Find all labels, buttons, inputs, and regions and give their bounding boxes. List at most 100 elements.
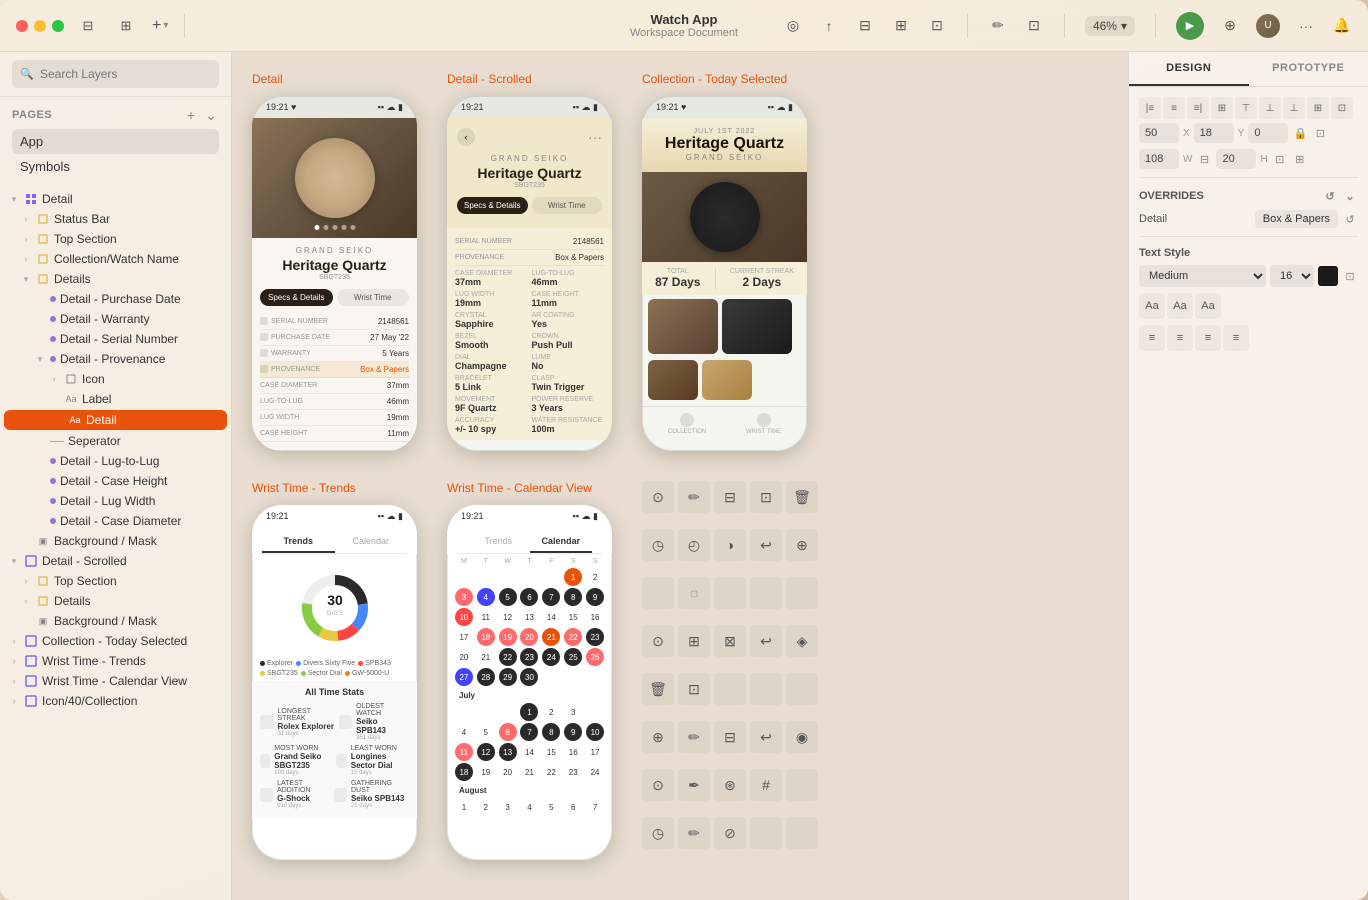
align-extra-btn[interactable]: ⊡: [1331, 97, 1353, 119]
icon-cell-16[interactable]: ⊙: [642, 625, 674, 657]
sidebar-item-status-bar[interactable]: › Status Bar: [0, 209, 231, 229]
more-icon[interactable]: ···: [1296, 16, 1316, 36]
align-left-btn[interactable]: |≡: [1139, 97, 1161, 119]
sidebar-item-detail-scrolled[interactable]: ▾ Detail - Scrolled: [0, 551, 231, 571]
overrides-refresh-icon[interactable]: ↺: [1322, 188, 1338, 204]
icon-cell-32[interactable]: ✒: [678, 769, 710, 801]
layout-icon[interactable]: ⊞: [891, 16, 911, 36]
color-swatch[interactable]: [1318, 266, 1338, 286]
sidebar-item-icon[interactable]: › Icon: [0, 369, 231, 389]
pages-add-button[interactable]: +: [183, 107, 199, 123]
sidebar-item-icon-collection[interactable]: › Icon/40/Collection: [0, 691, 231, 711]
sidebar-item-seperator[interactable]: Seperator: [0, 431, 231, 451]
format-aa-1-btn[interactable]: Aa: [1139, 293, 1165, 319]
icon-cell-26[interactable]: ⊕: [642, 721, 674, 753]
add-user-icon[interactable]: ⊕: [1220, 16, 1240, 36]
cal-trends-tab[interactable]: Trends: [467, 531, 530, 553]
icon-cell-11[interactable]: [642, 577, 674, 609]
icon-cell-33[interactable]: ⊛: [714, 769, 746, 801]
chain-icon[interactable]: ⊟: [1196, 151, 1212, 167]
icon-cell-28[interactable]: ⊟: [714, 721, 746, 753]
sidebar-item-top-section[interactable]: › Top Section: [0, 229, 231, 249]
frame-icon[interactable]: ⊡: [1024, 16, 1044, 36]
format-aa-3-btn[interactable]: Aa: [1195, 293, 1221, 319]
resize-icon[interactable]: ⊡: [1272, 151, 1288, 167]
sidebar-toggle-icon[interactable]: ⊟: [74, 12, 102, 40]
pen-icon[interactable]: ✏: [988, 16, 1008, 36]
icon-cell-10[interactable]: ⊕: [786, 529, 818, 561]
sidebar-item-wrist-time-calendar[interactable]: › Wrist Time - Calendar View: [0, 671, 231, 691]
text-style-select[interactable]: Medium Regular Bold: [1139, 265, 1266, 287]
back-button[interactable]: ‹: [457, 128, 475, 146]
icon-cell-27[interactable]: ✏: [678, 721, 710, 753]
y-input[interactable]: [1194, 123, 1234, 143]
zoom-control[interactable]: 46% ▾: [1085, 16, 1135, 36]
sidebar-item-lug-to-lug[interactable]: Detail - Lug-to-Lug: [0, 451, 231, 471]
page-symbols[interactable]: Symbols: [12, 154, 219, 179]
icon-cell-29[interactable]: ↩: [750, 721, 782, 753]
w-input[interactable]: [1139, 149, 1179, 169]
avatar[interactable]: U: [1256, 14, 1280, 38]
icon-cell-1[interactable]: ⊙: [642, 481, 674, 513]
icon-cell-8[interactable]: ◑: [714, 529, 746, 561]
sidebar-item-bg-mask-2[interactable]: ▣ Background / Mask: [0, 611, 231, 631]
collection-tab-wrist[interactable]: WRIST TIME: [746, 413, 781, 435]
sidebar-item-provenance[interactable]: ▾ Detail - Provenance: [0, 349, 231, 369]
specs-details-tab[interactable]: Specs & Details: [260, 289, 333, 306]
align-center-v-btn[interactable]: ⊥: [1259, 97, 1281, 119]
sidebar-item-purchase-date[interactable]: Detail - Purchase Date: [0, 289, 231, 309]
align-center-text-btn[interactable]: ≡: [1167, 325, 1193, 351]
icon-cell-19[interactable]: ↩: [750, 625, 782, 657]
filter-icon[interactable]: ⊟: [855, 16, 875, 36]
sidebar-item-lug-width[interactable]: Detail - Lug Width: [0, 491, 231, 511]
icon-cell-22[interactable]: ⊡: [678, 673, 710, 705]
sidebar-item-case-height[interactable]: Detail - Case Height: [0, 471, 231, 491]
sidebar-item-warranty[interactable]: Detail - Warranty: [0, 309, 231, 329]
sidebar-item-background-mask[interactable]: ▣ Background / Mask: [0, 531, 231, 551]
tab-design[interactable]: DESIGN: [1129, 52, 1249, 86]
target-icon[interactable]: ◎: [783, 16, 803, 36]
color-extra-icon[interactable]: ⊡: [1342, 268, 1358, 284]
search-input[interactable]: [12, 60, 219, 88]
align-right-btn[interactable]: ≡|: [1187, 97, 1209, 119]
distribute-v-btn[interactable]: ⊞: [1307, 97, 1329, 119]
icon-cell-4[interactable]: ⊡: [750, 481, 782, 513]
align-left-text-btn[interactable]: ≡: [1139, 325, 1165, 351]
view-toggle-icon[interactable]: ⊞: [112, 12, 140, 40]
overrides-item-value[interactable]: Box & Papers: [1255, 210, 1338, 228]
sidebar-item-collection-watch-name[interactable]: › Collection/Watch Name: [0, 249, 231, 269]
align-justify-text-btn[interactable]: ≡: [1223, 325, 1249, 351]
align-center-h-btn[interactable]: ≡: [1163, 97, 1185, 119]
sidebar-item-label[interactable]: Aa Label: [0, 389, 231, 409]
tab-prototype[interactable]: PROTOTYPE: [1249, 52, 1368, 86]
icon-cell-5[interactable]: 🗑: [786, 481, 818, 513]
sidebar-item-details-group[interactable]: ▾ Details: [0, 269, 231, 289]
icon-cell-7[interactable]: ◴: [678, 529, 710, 561]
text-size-select[interactable]: 16 14 18: [1270, 265, 1314, 287]
play-button[interactable]: ▶: [1176, 12, 1204, 40]
wrist-time-tab[interactable]: Wrist Time: [337, 289, 410, 306]
page-app[interactable]: App: [12, 129, 219, 154]
align-right-text-btn[interactable]: ≡: [1195, 325, 1221, 351]
trends-tab[interactable]: Trends: [262, 531, 335, 553]
add-dropdown[interactable]: + ▾: [152, 17, 168, 35]
align-top-btn[interactable]: ⊤: [1235, 97, 1257, 119]
icon-cell-3[interactable]: ⊟: [714, 481, 746, 513]
icon-cell-36[interactable]: ◷: [642, 817, 674, 849]
maximize-button[interactable]: [52, 20, 64, 32]
sidebar-item-detail-group[interactable]: ▾ Detail: [0, 189, 231, 209]
distribute-h-btn[interactable]: ⊞: [1211, 97, 1233, 119]
icon-cell-9[interactable]: ↩: [750, 529, 782, 561]
format-aa-2-btn[interactable]: Aa: [1167, 293, 1193, 319]
icon-cell-2[interactable]: ✏: [678, 481, 710, 513]
icon-cell-31[interactable]: ⊙: [642, 769, 674, 801]
icon-cell-34[interactable]: #: [750, 769, 782, 801]
scrolled-wrist-time-tab[interactable]: Wrist Time: [532, 197, 603, 214]
more-icon2[interactable]: ⊡: [1312, 125, 1328, 141]
sidebar-item-serial-number[interactable]: Detail - Serial Number: [0, 329, 231, 349]
icon-cell-20[interactable]: ◈: [786, 625, 818, 657]
share-icon[interactable]: ↑: [819, 16, 839, 36]
sidebar-item-wrist-time-trends[interactable]: › Wrist Time - Trends: [0, 651, 231, 671]
icon-cell-38[interactable]: ⊘: [714, 817, 746, 849]
collection-tab-col[interactable]: COLLECTION: [668, 413, 706, 435]
